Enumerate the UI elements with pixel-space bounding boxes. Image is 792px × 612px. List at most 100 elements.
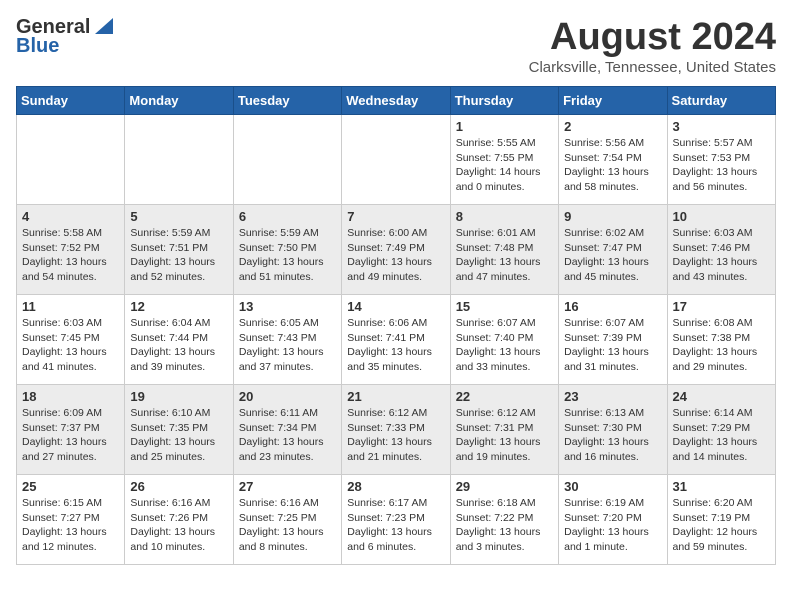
calendar-day-cell: 26 Sunrise: 6:16 AM Sunset: 7:26 PM Dayli… (125, 475, 233, 565)
day-info: Sunrise: 6:12 AM Sunset: 7:33 PM Dayligh… (347, 406, 444, 465)
page-header: General Blue August 2024 Clarksville, Te… (16, 16, 776, 76)
day-info: Sunrise: 5:56 AM Sunset: 7:54 PM Dayligh… (564, 136, 661, 195)
day-info: Sunrise: 6:19 AM Sunset: 7:20 PM Dayligh… (564, 496, 661, 555)
day-info: Sunrise: 6:15 AM Sunset: 7:27 PM Dayligh… (22, 496, 119, 555)
calendar-day-header: Tuesday (233, 87, 341, 115)
calendar-day-cell: 27 Sunrise: 6:16 AM Sunset: 7:25 PM Dayli… (233, 475, 341, 565)
day-number: 10 (673, 209, 770, 224)
calendar-day-cell: 14Sunrise: 6:06 AM Sunset: 7:41 PM Dayli… (342, 295, 450, 385)
day-info: Sunrise: 6:16 AM Sunset: 7:25 PM Dayligh… (239, 496, 336, 555)
calendar-week-row: 11 Sunrise: 6:03 AM Sunset: 7:45 PM Dayli… (17, 295, 776, 385)
day-number: 19 (130, 389, 227, 404)
calendar-day-cell: 12 Sunrise: 6:04 AM Sunset: 7:44 PM Dayli… (125, 295, 233, 385)
day-info: Sunrise: 6:14 AM Sunset: 7:29 PM Dayligh… (673, 406, 770, 465)
calendar-day-cell: 5Sunrise: 5:59 AM Sunset: 7:51 PM Daylig… (125, 205, 233, 295)
calendar-day-header: Saturday (667, 87, 775, 115)
day-number: 7 (347, 209, 444, 224)
logo-triangle-icon (95, 18, 113, 39)
calendar-day-cell: 29Sunrise: 6:18 AM Sunset: 7:22 PM Dayli… (450, 475, 558, 565)
calendar-day-cell: 17 Sunrise: 6:08 AM Sunset: 7:38 PM Dayli… (667, 295, 775, 385)
day-info: Sunrise: 6:00 AM Sunset: 7:49 PM Dayligh… (347, 226, 444, 285)
calendar-header-row: SundayMondayTuesdayWednesdayThursdayFrid… (17, 87, 776, 115)
day-number: 28 (347, 479, 444, 494)
day-info: Sunrise: 6:20 AM Sunset: 7:19 PM Dayligh… (673, 496, 770, 555)
day-number: 14 (347, 299, 444, 314)
day-number: 31 (673, 479, 770, 494)
day-info: Sunrise: 6:10 AM Sunset: 7:35 PM Dayligh… (130, 406, 227, 465)
calendar-day-cell: 22Sunrise: 6:12 AM Sunset: 7:31 PM Dayli… (450, 385, 558, 475)
day-number: 22 (456, 389, 553, 404)
location-subtitle: Clarksville, Tennessee, United States (529, 59, 776, 76)
calendar-day-cell: 13 Sunrise: 6:05 AM Sunset: 7:43 PM Dayli… (233, 295, 341, 385)
calendar-day-cell: 1 Sunrise: 5:55 AM Sunset: 7:55 PM Daylig… (450, 115, 558, 205)
day-info: Sunrise: 6:03 AM Sunset: 7:46 PM Dayligh… (673, 226, 770, 285)
calendar-day-header: Thursday (450, 87, 558, 115)
calendar-empty-cell (17, 115, 125, 205)
calendar-day-cell: 11 Sunrise: 6:03 AM Sunset: 7:45 PM Dayli… (17, 295, 125, 385)
day-number: 17 (673, 299, 770, 314)
day-info: Sunrise: 6:17 AM Sunset: 7:23 PM Dayligh… (347, 496, 444, 555)
day-number: 11 (22, 299, 119, 314)
calendar-empty-cell (125, 115, 233, 205)
calendar-day-cell: 30 Sunrise: 6:19 AM Sunset: 7:20 PM Dayli… (559, 475, 667, 565)
day-number: 15 (456, 299, 553, 314)
day-info: Sunrise: 6:05 AM Sunset: 7:43 PM Dayligh… (239, 316, 336, 375)
calendar-day-cell: 31 Sunrise: 6:20 AM Sunset: 7:19 PM Dayli… (667, 475, 775, 565)
calendar-day-cell: 24Sunrise: 6:14 AM Sunset: 7:29 PM Dayli… (667, 385, 775, 475)
calendar-day-cell: 16 Sunrise: 6:07 AM Sunset: 7:39 PM Dayli… (559, 295, 667, 385)
day-number: 16 (564, 299, 661, 314)
day-number: 4 (22, 209, 119, 224)
day-number: 2 (564, 119, 661, 134)
day-info: Sunrise: 5:55 AM Sunset: 7:55 PM Dayligh… (456, 136, 553, 195)
calendar-day-header: Friday (559, 87, 667, 115)
day-info: Sunrise: 5:57 AM Sunset: 7:53 PM Dayligh… (673, 136, 770, 195)
calendar-day-cell: 21 Sunrise: 6:12 AM Sunset: 7:33 PM Dayli… (342, 385, 450, 475)
calendar-day-cell: 10 Sunrise: 6:03 AM Sunset: 7:46 PM Dayli… (667, 205, 775, 295)
day-info: Sunrise: 6:07 AM Sunset: 7:40 PM Dayligh… (456, 316, 553, 375)
day-number: 12 (130, 299, 227, 314)
calendar-day-cell: 18 Sunrise: 6:09 AM Sunset: 7:37 PM Dayli… (17, 385, 125, 475)
day-number: 13 (239, 299, 336, 314)
calendar-day-cell: 15 Sunrise: 6:07 AM Sunset: 7:40 PM Dayli… (450, 295, 558, 385)
day-number: 30 (564, 479, 661, 494)
day-info: Sunrise: 5:59 AM Sunset: 7:50 PM Dayligh… (239, 226, 336, 285)
calendar-table: SundayMondayTuesdayWednesdayThursdayFrid… (16, 86, 776, 565)
day-info: Sunrise: 6:08 AM Sunset: 7:38 PM Dayligh… (673, 316, 770, 375)
day-number: 26 (130, 479, 227, 494)
calendar-day-cell: 3 Sunrise: 5:57 AM Sunset: 7:53 PM Daylig… (667, 115, 775, 205)
day-info: Sunrise: 6:11 AM Sunset: 7:34 PM Dayligh… (239, 406, 336, 465)
day-info: Sunrise: 6:09 AM Sunset: 7:37 PM Dayligh… (22, 406, 119, 465)
day-number: 21 (347, 389, 444, 404)
day-info: Sunrise: 6:16 AM Sunset: 7:26 PM Dayligh… (130, 496, 227, 555)
day-info: Sunrise: 6:13 AM Sunset: 7:30 PM Dayligh… (564, 406, 661, 465)
title-section: August 2024 Clarksville, Tennessee, Unit… (529, 16, 776, 76)
day-number: 3 (673, 119, 770, 134)
calendar-day-cell: 7 Sunrise: 6:00 AM Sunset: 7:49 PM Daylig… (342, 205, 450, 295)
day-info: Sunrise: 5:59 AM Sunset: 7:51 PM Dayligh… (130, 226, 227, 285)
calendar-day-cell: 25 Sunrise: 6:15 AM Sunset: 7:27 PM Dayli… (17, 475, 125, 565)
day-info: Sunrise: 6:02 AM Sunset: 7:47 PM Dayligh… (564, 226, 661, 285)
day-info: Sunrise: 6:03 AM Sunset: 7:45 PM Dayligh… (22, 316, 119, 375)
day-number: 25 (22, 479, 119, 494)
calendar-week-row: 25 Sunrise: 6:15 AM Sunset: 7:27 PM Dayli… (17, 475, 776, 565)
calendar-day-header: Sunday (17, 87, 125, 115)
day-info: Sunrise: 6:07 AM Sunset: 7:39 PM Dayligh… (564, 316, 661, 375)
calendar-week-row: 18 Sunrise: 6:09 AM Sunset: 7:37 PM Dayli… (17, 385, 776, 475)
logo-blue-text: Blue (16, 35, 59, 58)
calendar-week-row: 4Sunrise: 5:58 AM Sunset: 7:52 PM Daylig… (17, 205, 776, 295)
day-info: Sunrise: 6:04 AM Sunset: 7:44 PM Dayligh… (130, 316, 227, 375)
day-number: 8 (456, 209, 553, 224)
day-number: 9 (564, 209, 661, 224)
day-number: 1 (456, 119, 553, 134)
calendar-day-cell: 28 Sunrise: 6:17 AM Sunset: 7:23 PM Dayli… (342, 475, 450, 565)
calendar-empty-cell (233, 115, 341, 205)
day-number: 20 (239, 389, 336, 404)
day-number: 29 (456, 479, 553, 494)
calendar-day-cell: 19 Sunrise: 6:10 AM Sunset: 7:35 PM Dayli… (125, 385, 233, 475)
day-number: 27 (239, 479, 336, 494)
day-number: 23 (564, 389, 661, 404)
logo: General Blue (16, 16, 113, 58)
day-number: 18 (22, 389, 119, 404)
calendar-day-header: Wednesday (342, 87, 450, 115)
calendar-empty-cell (342, 115, 450, 205)
